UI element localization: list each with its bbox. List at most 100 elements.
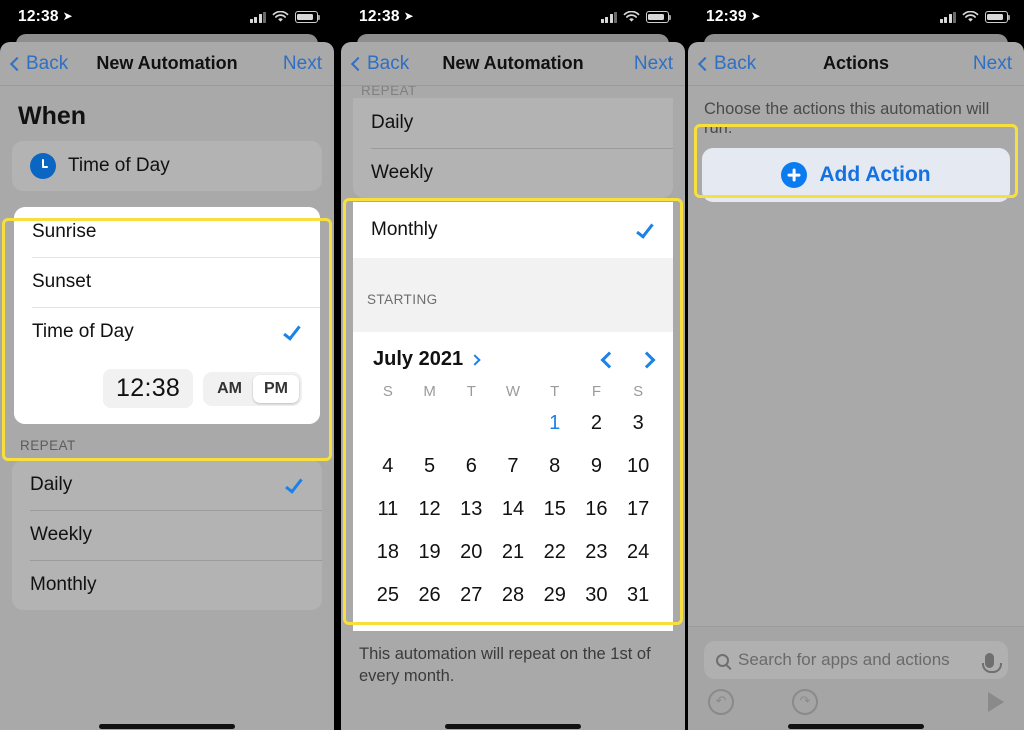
calendar-day[interactable]: 9: [576, 445, 618, 488]
redo-icon[interactable]: ↷: [792, 689, 818, 715]
calendar-day[interactable]: 18: [367, 531, 409, 574]
option-label: Sunset: [32, 271, 92, 292]
calendar-day[interactable]: 26: [409, 574, 451, 617]
calendar-day[interactable]: 5: [409, 445, 451, 488]
play-icon[interactable]: [988, 692, 1004, 712]
weekday: W: [505, 383, 521, 400]
cellular-bars-icon: [249, 11, 266, 23]
sheet-peek: [688, 34, 1024, 48]
repeat-daily[interactable]: Daily: [12, 460, 322, 510]
repeat-label: Monthly: [30, 574, 97, 595]
panel-new-automation-when: 12:38 ➤ Back New Automation Next When Ti…: [0, 0, 334, 730]
option-label: Sunrise: [32, 221, 97, 242]
three-panel-screenshot: 12:38 ➤ Back New Automation Next When Ti…: [0, 0, 1024, 730]
starting-header: STARTING: [367, 292, 438, 307]
calendar-day[interactable]: 22: [534, 531, 576, 574]
calendar-day[interactable]: 28: [492, 574, 534, 617]
calendar-day-empty: .: [492, 402, 534, 445]
weekday: F: [591, 383, 601, 400]
calendar-day[interactable]: 21: [492, 531, 534, 574]
home-indicator: [788, 724, 924, 729]
back-button[interactable]: Back: [350, 53, 409, 75]
calendar-day[interactable]: 4: [367, 445, 409, 488]
calendar-day[interactable]: 16: [576, 488, 618, 531]
repeat-daily[interactable]: Daily: [353, 98, 673, 148]
weekday: T: [466, 383, 476, 400]
calendar-day[interactable]: 30: [576, 574, 618, 617]
next-button[interactable]: Next: [634, 53, 673, 75]
next-button[interactable]: Next: [973, 53, 1012, 75]
status-time: 12:39: [706, 8, 747, 25]
back-button[interactable]: Back: [697, 53, 756, 75]
footer-note: This automation will repeat on the 1st o…: [359, 645, 651, 686]
calendar-day[interactable]: 14: [492, 488, 534, 531]
calendar-day[interactable]: 15: [534, 488, 576, 531]
calendar-day[interactable]: 19: [409, 531, 451, 574]
calendar-day[interactable]: 29: [534, 574, 576, 617]
am-segment[interactable]: AM: [206, 375, 253, 403]
calendar-day[interactable]: 13: [450, 488, 492, 531]
calendar-day[interactable]: 24: [617, 531, 659, 574]
trigger-row-time-of-day[interactable]: Time of Day: [12, 141, 322, 191]
chevron-right-icon[interactable]: [469, 353, 481, 366]
actions-subtitle: Choose the actions this automation will …: [704, 100, 990, 137]
calendar-day[interactable]: 8: [534, 445, 576, 488]
calendar-day[interactable]: 2: [576, 402, 618, 445]
next-button[interactable]: Next: [283, 53, 322, 75]
calendar-day[interactable]: 1: [534, 402, 576, 445]
repeat-weekly[interactable]: Weekly: [12, 510, 322, 560]
calendar-day[interactable]: 3: [617, 402, 659, 445]
sheet-peek: [341, 34, 685, 48]
calendar-weekday-row: S M T W T F S: [367, 377, 659, 402]
calendar-day[interactable]: 31: [617, 574, 659, 617]
microphone-icon[interactable]: [981, 652, 1002, 673]
chevron-left-icon[interactable]: [600, 351, 618, 368]
repeat-weekly[interactable]: Weekly: [353, 148, 673, 198]
calendar-day[interactable]: 25: [367, 574, 409, 617]
add-action-button[interactable]: Add Action: [702, 148, 1010, 202]
time-value-field[interactable]: 12:38: [103, 369, 194, 408]
search-input[interactable]: Search for apps and actions: [738, 650, 976, 670]
search-bar[interactable]: Search for apps and actions: [704, 641, 1008, 679]
calendar-day[interactable]: 27: [450, 574, 492, 617]
status-bar: 12:38 ➤: [0, 0, 334, 34]
trigger-label: Time of Day: [68, 155, 170, 176]
pm-segment[interactable]: PM: [253, 374, 299, 403]
checkmark-icon: [636, 219, 654, 239]
screen-content: When Time of Day Sunrise Sunset Time of …: [0, 86, 334, 730]
clock-icon: [30, 153, 56, 179]
battery-icon: [295, 11, 321, 23]
calendar-day[interactable]: 11: [367, 488, 409, 531]
calendar-day[interactable]: 6: [450, 445, 492, 488]
chevron-right-icon[interactable]: [638, 351, 656, 368]
calendar-day[interactable]: 7: [492, 445, 534, 488]
calendar-day[interactable]: 20: [450, 531, 492, 574]
repeat-monthly[interactable]: Monthly: [12, 560, 322, 610]
calendar-day[interactable]: 10: [617, 445, 659, 488]
calendar-day[interactable]: 23: [576, 531, 618, 574]
calendar-month-label[interactable]: July 2021: [373, 348, 463, 371]
starting-section-header-bg: STARTING: [353, 258, 673, 332]
location-arrow-icon: ➤: [750, 9, 761, 23]
when-header: When: [18, 102, 87, 130]
repeat-label: Monthly: [371, 219, 438, 240]
location-arrow-icon: ➤: [62, 9, 73, 23]
calendar-day-empty: .: [450, 402, 492, 445]
battery-icon: [646, 11, 672, 23]
nav-bar: Back New Automation Next: [341, 42, 685, 86]
search-icon: [716, 653, 729, 667]
repeat-monthly[interactable]: Monthly: [353, 202, 673, 258]
wifi-icon: [962, 11, 979, 22]
panel-new-automation-monthly: 12:38 ➤ Back New Automation Next REPEAT: [341, 0, 685, 730]
screen-content: Choose the actions this automation will …: [688, 86, 1024, 730]
calendar-day[interactable]: 17: [617, 488, 659, 531]
repeat-header: REPEAT: [361, 86, 417, 96]
option-time-of-day[interactable]: Time of Day: [14, 307, 320, 357]
meridiem-segmented-control[interactable]: AM PM: [203, 371, 302, 406]
undo-icon[interactable]: ↶: [708, 689, 734, 715]
repeat-label: Weekly: [30, 524, 92, 545]
calendar-day[interactable]: 12: [409, 488, 451, 531]
option-sunrise[interactable]: Sunrise: [14, 207, 320, 257]
option-sunset[interactable]: Sunset: [14, 257, 320, 307]
back-button[interactable]: Back: [9, 53, 68, 75]
